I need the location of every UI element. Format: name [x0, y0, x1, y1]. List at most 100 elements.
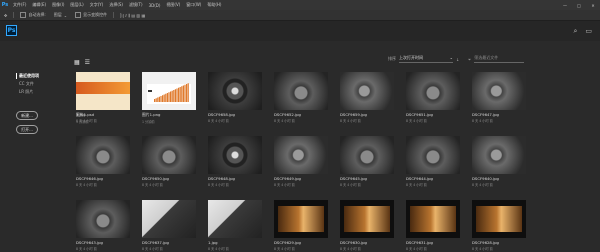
file-card[interactable]: DSCF9645.jpg 8 天 4 小时 前 [340, 136, 394, 187]
file-thumbnail[interactable] [208, 136, 262, 174]
auto-select-dropdown[interactable]: 图层 ⌄ [50, 12, 71, 18]
close-button[interactable]: ✕ [586, 3, 600, 8]
nav-cc-files[interactable]: CC 文件 [16, 81, 56, 87]
new-button[interactable]: 新建... [16, 111, 38, 120]
file-card[interactable]: 1.jpg 8 天 4 小时 前 [208, 200, 262, 251]
file-thumbnail[interactable] [472, 136, 526, 174]
sort-dropdown[interactable]: 上次打开时间 ⌄ [399, 55, 453, 63]
file-card[interactable]: DSCF9648.jpg 8 天 4 小时 前 [208, 136, 262, 187]
file-thumbnail[interactable] [208, 200, 262, 238]
file-meta: 8 天 4 小时 前 [340, 183, 361, 187]
menu-3d[interactable]: 3D(D) [146, 3, 164, 8]
layout-icon[interactable]: ▭ [585, 27, 592, 36]
divider [113, 12, 115, 18]
file-thumbnail[interactable] [76, 72, 130, 110]
file-thumbnail[interactable] [274, 136, 328, 174]
menu-view[interactable]: 视图(V) [163, 2, 183, 8]
list-view-icon[interactable]: ☰ [85, 59, 90, 66]
file-thumbnail[interactable] [340, 72, 394, 110]
file-card[interactable]: DSCF9651.jpg 8 天 4 小时 前 [406, 72, 460, 123]
file-card[interactable]: DSCF9637.jpg 8 天 4 小时 前 [142, 200, 196, 251]
file-name: DSCF9650.jpg [142, 176, 169, 181]
menu-image[interactable]: 图像(I) [49, 2, 67, 8]
file-thumbnail[interactable] [274, 72, 328, 110]
app-icon: Ps [1, 2, 9, 8]
file-thumbnail[interactable] [406, 72, 460, 110]
file-card[interactable]: DSCF9644.jpg 8 天 4 小时 前 [406, 136, 460, 187]
file-name: DSCF9629.jpg [274, 240, 301, 245]
file-name: DSCF9644.jpg [406, 176, 433, 181]
file-card[interactable]: DSCF9649.jpg 8 天 4 小时 前 [274, 136, 328, 187]
file-thumbnail[interactable] [76, 136, 130, 174]
checkbox-icon [20, 12, 27, 18]
file-thumbnail[interactable] [472, 200, 526, 238]
file-thumbnail[interactable] [142, 136, 196, 174]
file-name: DSCF9631.jpg [406, 240, 433, 245]
file-name: DSCF9651.jpg [406, 112, 433, 117]
align-icons[interactable]: ⫿ ⫾ ⫽ ⫼ ▤ ▥ ▦ [116, 13, 149, 18]
file-meta: 8 天 4 小时 前 [208, 119, 229, 123]
file-card[interactable]: 1.jpg 8 天 4 小时 前 [76, 72, 130, 123]
file-thumbnail[interactable] [406, 136, 460, 174]
menu-file[interactable]: 文件(F) [10, 2, 29, 8]
file-thumbnail[interactable] [142, 200, 196, 238]
file-name: DSCF9640.jpg [472, 176, 499, 181]
chevron-down-icon: ⌄ [449, 55, 453, 60]
menu-window[interactable]: 窗口(W) [183, 2, 204, 8]
file-card[interactable]: DSCF9629.jpg 8 天 4 小时 前 [274, 200, 328, 251]
file-meta: 8 天 4 小时 前 [76, 183, 97, 187]
file-card[interactable]: DSCF9652.jpg 8 天 4 小时 前 [274, 72, 328, 123]
file-name: DSCF9647.jpg [472, 112, 499, 117]
file-card[interactable]: DSCF9646.jpg 8 天 4 小时 前 [76, 136, 130, 187]
file-thumbnail[interactable] [208, 72, 262, 110]
menu-type[interactable]: 文字(Y) [87, 2, 107, 8]
file-thumbnail[interactable] [472, 72, 526, 110]
file-meta: 8 天 4 小时 前 [274, 183, 295, 187]
file-card[interactable]: DSCF9640.jpg 8 天 4 小时 前 [472, 136, 526, 187]
file-card[interactable]: 图片1.png 1 分钟前 [142, 72, 196, 124]
file-meta: 8 天 4 小时 前 [208, 247, 229, 251]
file-meta: 8 天 4 小时 前 [472, 119, 493, 123]
nav-lr-photos[interactable]: LR 照片 [16, 89, 56, 95]
file-card[interactable]: DSCF9650.jpg 8 天 4 小时 前 [142, 136, 196, 187]
file-thumbnail[interactable] [142, 72, 196, 110]
filter-control: ⏷ 筛选最近文件 [468, 55, 525, 63]
minimize-button[interactable]: — [558, 3, 572, 8]
auto-select-label: 自动选择: [28, 12, 46, 17]
file-card[interactable]: DSCF9643.jpg 8 天 4 小时 前 [76, 200, 130, 251]
maximize-button[interactable]: □ [572, 3, 586, 8]
sort-direction-icon[interactable]: ↓ [456, 57, 459, 62]
file-card[interactable]: DSCF9658.jpg 8 天 4 小时 前 [208, 72, 262, 123]
file-name: 图片1.png [142, 112, 161, 117]
menu-help[interactable]: 帮助(H) [204, 2, 224, 8]
file-thumbnail[interactable] [76, 200, 130, 238]
file-meta: 8 天 4 小时 前 [142, 247, 163, 251]
auto-select-checkbox[interactable]: 自动选择: [16, 12, 49, 18]
file-meta: 8 天 4 小时 前 [274, 119, 295, 123]
filter-input[interactable]: 筛选最近文件 [474, 55, 525, 63]
menu-select[interactable]: 选择(S) [106, 2, 126, 8]
file-name: 1.jpg [208, 240, 218, 245]
menu-filter[interactable]: 滤镜(T) [126, 2, 146, 8]
open-button[interactable]: 打开... [16, 125, 38, 134]
file-card[interactable]: DSCF9628.jpg 8 天 4 小时 前 [472, 200, 526, 251]
left-nav: 最近使用项 CC 文件 LR 照片 [16, 73, 56, 97]
file-thumbnail[interactable] [406, 200, 460, 238]
move-tool-icon[interactable]: ✥ [0, 13, 11, 18]
menu-layer[interactable]: 图层(L) [67, 2, 86, 8]
file-card[interactable]: DSCF9631.jpg 8 天 4 小时 前 [406, 200, 460, 251]
menu-edit[interactable]: 编辑(E) [29, 2, 49, 8]
file-card[interactable]: DSCF9647.jpg 8 天 4 小时 前 [472, 72, 526, 123]
file-thumbnail[interactable] [340, 136, 394, 174]
sort-value: 上次打开时间 [399, 55, 423, 60]
show-transform-checkbox[interactable]: 显示变换控件 [71, 12, 111, 18]
file-thumbnail[interactable] [340, 200, 394, 238]
grid-view-icon[interactable]: ▦ [74, 59, 80, 66]
search-icon[interactable]: ⌕ [573, 27, 577, 36]
file-card[interactable]: DSCF9659.jpg 8 天 4 小时 前 [340, 72, 394, 123]
file-thumbnail[interactable] [274, 200, 328, 238]
file-meta: 8 天 4 小时 前 [340, 247, 361, 251]
nav-recent[interactable]: 最近使用项 [16, 73, 56, 79]
file-card[interactable]: DSCF9630.jpg 8 天 4 小时 前 [340, 200, 394, 251]
file-name: DSCF9628.jpg [472, 240, 499, 245]
